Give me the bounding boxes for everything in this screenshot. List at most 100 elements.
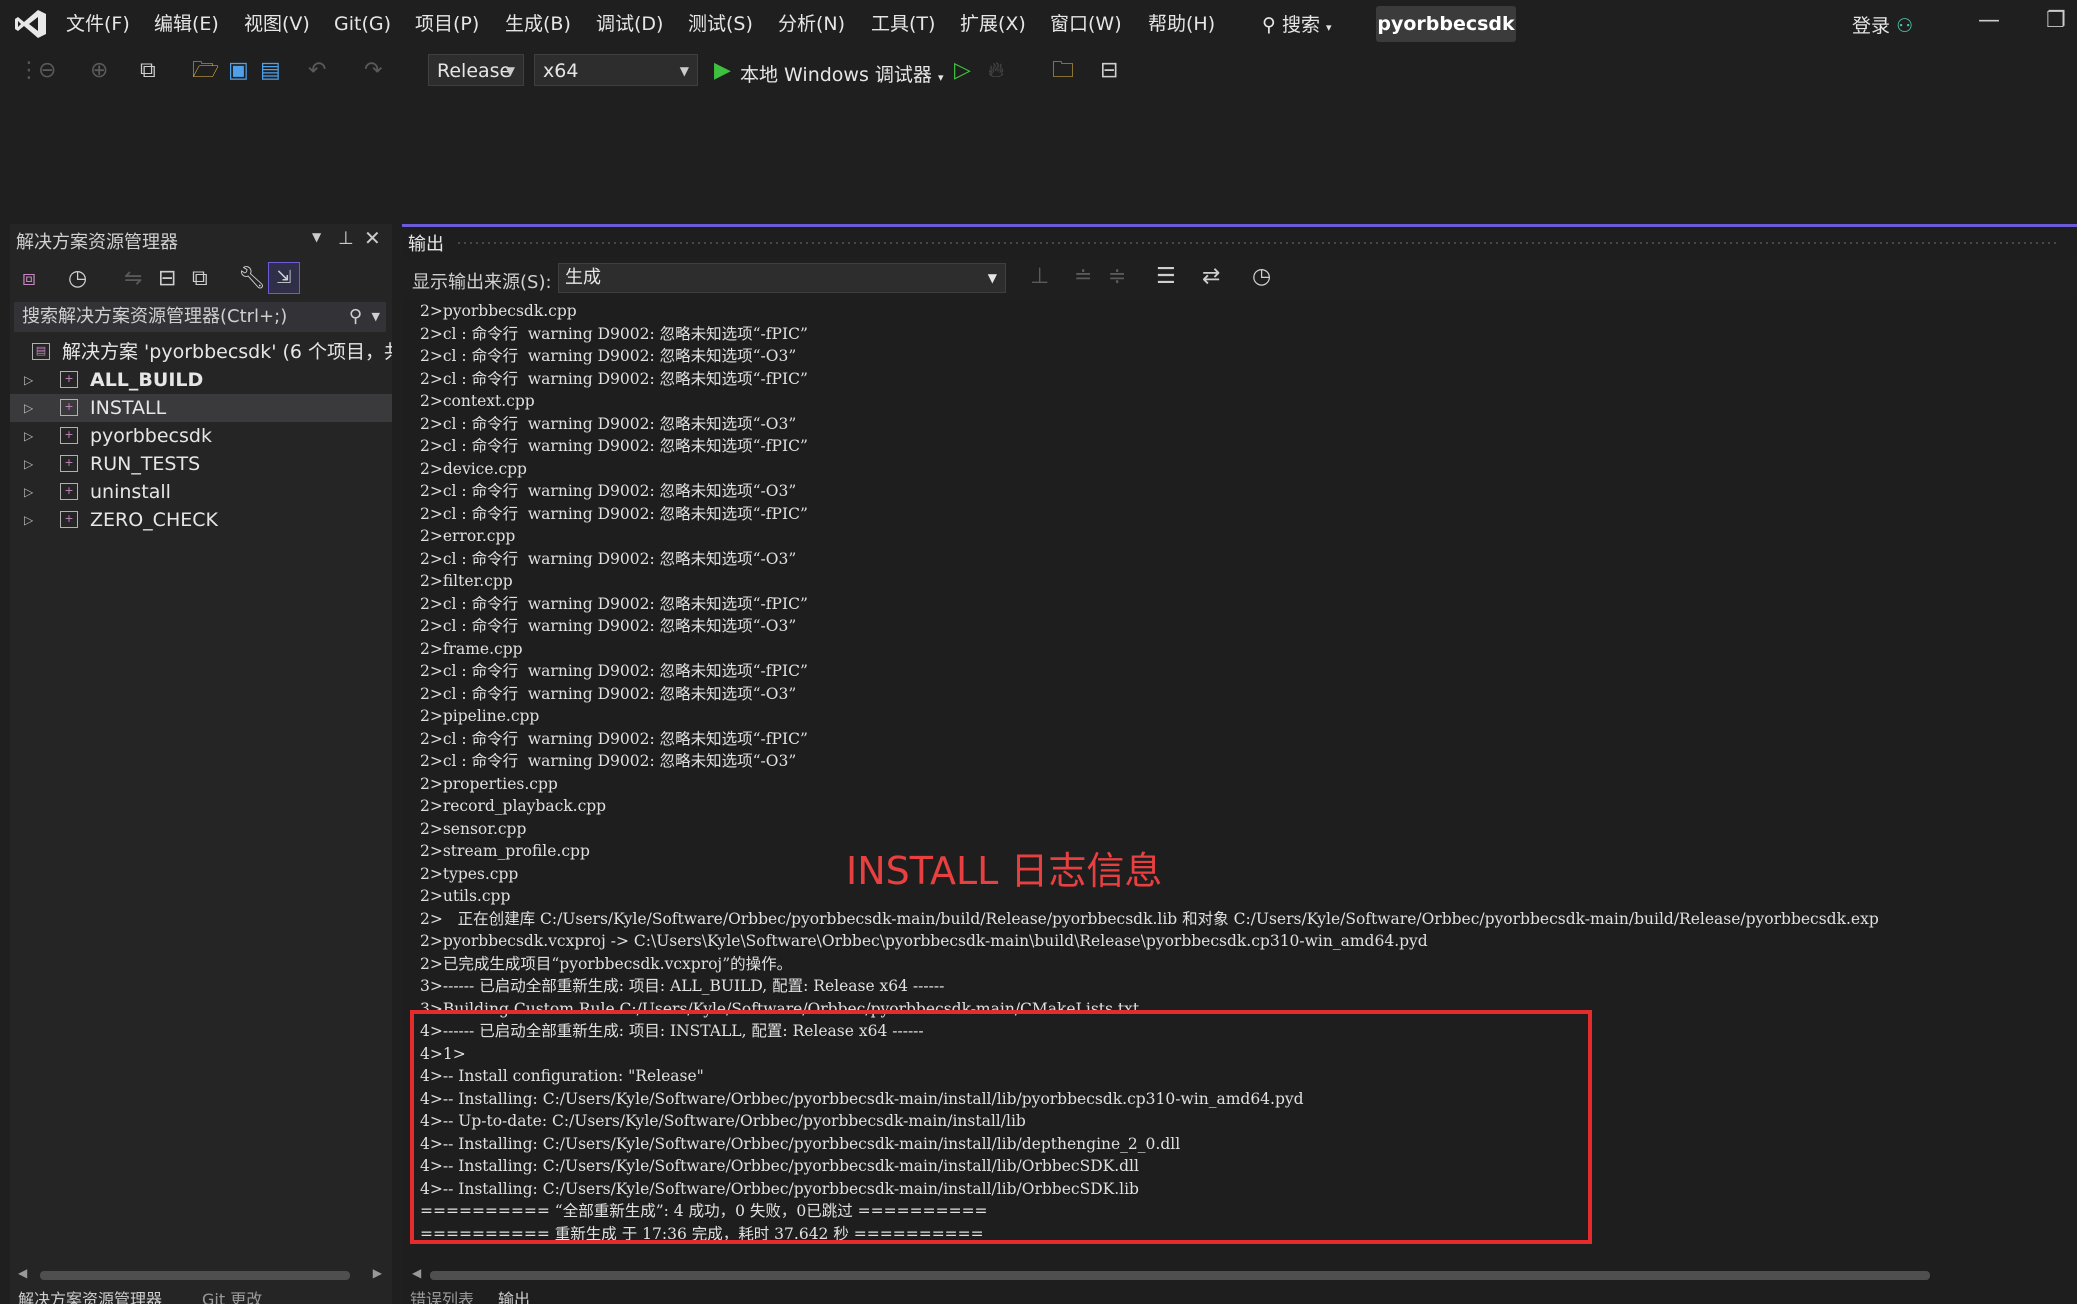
expand-icon[interactable]: ▷ bbox=[24, 506, 33, 534]
debugger-label: 本地 Windows 调试器 bbox=[740, 64, 932, 86]
log-line: 2>utils.cpp bbox=[420, 887, 511, 905]
chevron-down-icon: ▼ bbox=[505, 64, 515, 78]
install-log-highlight-box bbox=[410, 1010, 1592, 1244]
project-node[interactable]: ▷ + INSTALL bbox=[10, 394, 392, 422]
expand-icon[interactable]: ▷ bbox=[24, 450, 33, 478]
project-label: pyorbbecsdk bbox=[90, 425, 212, 447]
log-line: 2>cl : 命令行 warning D9002: 忽略未知选项“-O3” bbox=[420, 752, 797, 770]
expand-icon[interactable]: ▷ bbox=[24, 366, 33, 394]
cmake-project-icon: + bbox=[60, 399, 78, 416]
configuration-select[interactable]: Release ▼ bbox=[428, 54, 524, 86]
menu-item[interactable]: 分析(N) bbox=[778, 12, 845, 36]
menu-item[interactable]: 视图(V) bbox=[244, 12, 310, 36]
menu-item[interactable]: 帮助(H) bbox=[1148, 12, 1215, 36]
sync-with-document-icon[interactable]: ⇋ bbox=[124, 266, 142, 292]
solution-horizontal-scrollbar[interactable]: ◀ ▶ bbox=[14, 1266, 386, 1284]
log-line: 2>record_playback.cpp bbox=[420, 797, 607, 815]
solution-search-input[interactable]: 搜索解决方案资源管理器(Ctrl+;) ⚲ ▼ bbox=[14, 302, 386, 332]
output-horizontal-scrollbar[interactable]: ◀ bbox=[410, 1266, 2070, 1284]
log-line: 2>已完成生成项目“pyorbbecsdk.vcxproj”的操作。 bbox=[420, 954, 793, 973]
menu-item[interactable]: 编辑(E) bbox=[154, 12, 219, 36]
signin-label: 登录 bbox=[1852, 15, 1891, 37]
log-line: 2>filter.cpp bbox=[420, 572, 513, 590]
browse-folder-icon[interactable]: 🗀 bbox=[1052, 58, 1074, 84]
solution-root-node[interactable]: ▤ 解决方案 'pyorbbecsdk' (6 个项目，共 6 bbox=[10, 338, 392, 366]
project-node[interactable]: ▷ + ZERO_CHECK bbox=[10, 506, 392, 534]
navigate-forward-icon[interactable]: ⊕ bbox=[90, 58, 108, 84]
project-node[interactable]: ▷ + RUN_TESTS bbox=[10, 450, 392, 478]
hot-reload-icon[interactable]: 🔥︎ bbox=[988, 58, 1004, 84]
search-button[interactable]: ⚲ 搜索 ▾ bbox=[1262, 10, 1332, 37]
debugger-button[interactable]: 本地 Windows 调试器 ▾ bbox=[740, 60, 943, 87]
project-label: RUN_TESTS bbox=[90, 453, 201, 475]
properties-wrench-icon[interactable]: 🔧︎ bbox=[238, 266, 266, 292]
menu-item[interactable]: 窗口(W) bbox=[1050, 12, 1122, 36]
signin-button[interactable]: 登录 ⚇ bbox=[1852, 11, 1913, 38]
find-in-output-icon[interactable]: ⊥ bbox=[1030, 264, 1049, 290]
menu-item[interactable]: 工具(T) bbox=[871, 12, 935, 36]
project-node[interactable]: ▷ + pyorbbecsdk bbox=[10, 422, 392, 450]
redo-icon[interactable]: ↷ bbox=[364, 58, 382, 84]
platform-value: x64 bbox=[543, 60, 579, 82]
log-line: 2>pyorbbecsdk.vcxproj -> C:\Users\Kyle\S… bbox=[420, 932, 1428, 950]
menu-item[interactable]: 项目(P) bbox=[415, 12, 479, 36]
undo-icon[interactable]: ↶ bbox=[308, 58, 326, 84]
menu-item[interactable]: Git(G) bbox=[334, 12, 391, 36]
menu-item[interactable]: 测试(S) bbox=[688, 12, 753, 36]
project-name-badge[interactable]: pyorbbecsdk bbox=[1376, 6, 1516, 42]
minimize-icon[interactable]: — bbox=[1978, 8, 2000, 33]
start-without-debugging-icon[interactable]: ▷ bbox=[954, 58, 971, 84]
menu-item[interactable]: 生成(B) bbox=[505, 12, 571, 36]
start-debugging-icon[interactable]: ▶ bbox=[714, 58, 731, 84]
expand-icon[interactable]: ▷ bbox=[24, 422, 33, 450]
pin-icon[interactable]: ⊥ bbox=[338, 228, 354, 249]
layout-icon[interactable]: ⊟ bbox=[1100, 58, 1118, 84]
chevron-down-icon: ▼ bbox=[679, 64, 689, 78]
previous-message-icon[interactable]: ≐ bbox=[1074, 264, 1092, 290]
preview-selected-items-icon[interactable]: ⇲ bbox=[268, 262, 300, 294]
cmake-project-icon: + bbox=[60, 511, 78, 528]
new-project-icon[interactable]: ⧉ bbox=[140, 58, 156, 84]
close-icon[interactable]: ✕ bbox=[364, 226, 381, 250]
tab-output[interactable]: 输出 bbox=[498, 1290, 530, 1304]
log-line: 2>cl : 命令行 warning D9002: 忽略未知选项“-O3” bbox=[420, 347, 797, 365]
clear-all-icon[interactable]: ☰ bbox=[1156, 264, 1176, 290]
log-line: 2>sensor.cpp bbox=[420, 819, 527, 838]
maximize-icon[interactable]: ❐ bbox=[2046, 8, 2066, 33]
project-label: ALL_BUILD bbox=[90, 369, 204, 391]
project-node[interactable]: ▷ + ALL_BUILD bbox=[10, 366, 392, 394]
show-all-files-icon[interactable]: ⧉ bbox=[192, 266, 208, 292]
menu-item[interactable]: 文件(F) bbox=[66, 12, 130, 36]
solution-search-placeholder: 搜索解决方案资源管理器(Ctrl+;) bbox=[22, 306, 288, 327]
log-line: 3>------ 已启动全部重新生成: 项目: ALL_BUILD, 配置: R… bbox=[420, 977, 945, 995]
chevron-down-icon: ▾ bbox=[1326, 21, 1332, 34]
output-source-label: 显示输出来源(S): bbox=[412, 272, 552, 293]
output-source-select[interactable]: 生成 ▼ bbox=[558, 263, 1006, 293]
switch-views-icon[interactable]: ⧈ bbox=[22, 266, 36, 292]
timestamp-icon[interactable]: ◷ bbox=[1252, 264, 1271, 290]
solution-label: 解决方案 'pyorbbecsdk' (6 个项目，共 6 bbox=[62, 341, 392, 363]
platform-select[interactable]: x64 ▼ bbox=[534, 54, 698, 86]
solution-icon: ▤ bbox=[32, 343, 50, 360]
search-icon: ⚲ bbox=[348, 306, 362, 327]
word-wrap-icon[interactable]: ⇄ bbox=[1202, 264, 1220, 290]
tab-solution-explorer[interactable]: 解决方案资源管理器 bbox=[18, 1290, 162, 1304]
open-folder-icon[interactable]: 🗁 bbox=[192, 58, 219, 84]
expand-icon[interactable]: ▷ bbox=[24, 478, 33, 506]
log-line: 2>cl : 命令行 warning D9002: 忽略未知选项“-O3” bbox=[420, 549, 797, 568]
tab-error-list[interactable]: 错误列表 bbox=[410, 1290, 474, 1304]
tab-git-changes[interactable]: Git 更改 bbox=[202, 1290, 262, 1304]
menu-item[interactable]: 调试(D) bbox=[596, 12, 663, 36]
collapse-all-icon[interactable]: ⊟ bbox=[158, 266, 176, 292]
save-icon[interactable]: ▣ bbox=[228, 58, 249, 84]
next-message-icon[interactable]: ≑ bbox=[1108, 264, 1126, 290]
save-all-icon[interactable]: ▤ bbox=[260, 58, 281, 84]
panel-menu-icon[interactable]: ▼ bbox=[312, 230, 321, 244]
navigate-back-icon[interactable]: ⊖ bbox=[38, 58, 56, 84]
log-line: 2>cl : 命令行 warning D9002: 忽略未知选项“-fPIC” bbox=[420, 369, 808, 388]
toolbar-grip-icon: ⋮ bbox=[18, 58, 40, 83]
expand-icon[interactable]: ▷ bbox=[24, 394, 33, 422]
pending-changes-filter-icon[interactable]: ◷ bbox=[68, 266, 87, 292]
project-node[interactable]: ▷ + uninstall bbox=[10, 478, 392, 506]
menu-item[interactable]: 扩展(X) bbox=[960, 12, 1026, 36]
